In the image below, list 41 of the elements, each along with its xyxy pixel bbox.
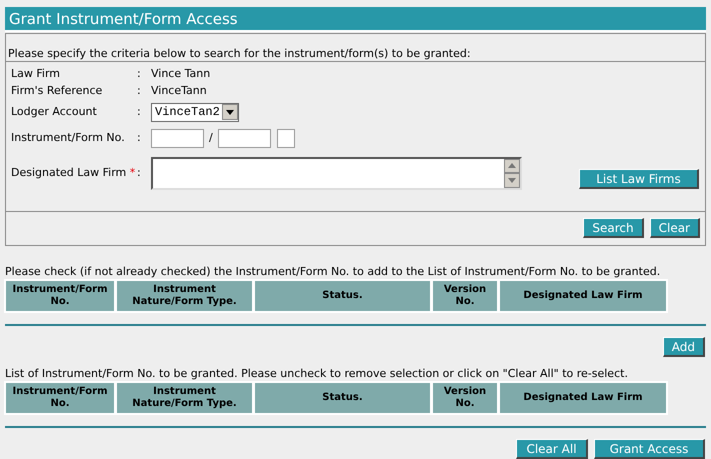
- column-header: Version No.: [433, 281, 497, 311]
- instrument-no-field[interactable]: [218, 128, 271, 148]
- scrollbar[interactable]: [504, 158, 520, 188]
- colon: :: [137, 66, 142, 82]
- scroll-down-icon[interactable]: [504, 173, 520, 188]
- field-value: Vince Tann: [151, 66, 210, 82]
- column-header: Instrument/Form No.: [6, 281, 114, 311]
- column-header: Version No.: [433, 383, 497, 413]
- scroll-up-icon[interactable]: [504, 158, 520, 173]
- instrument-suffix-field[interactable]: [276, 128, 295, 148]
- column-header: Instrument Nature/Form Type.: [117, 281, 252, 311]
- instruction-text: Please check (if not already checked) the Instrument/Form No. to add to the List of Instrument/Form No. to be granted.: [4, 265, 662, 278]
- action-button[interactable]: Add: [662, 337, 705, 357]
- field-label: Law Firm: [11, 66, 61, 82]
- field-label: Designated Law Firm *: [11, 164, 136, 181]
- colon: :: [137, 83, 142, 100]
- column-header: Instrument/Form No.: [6, 383, 114, 413]
- action-button[interactable]: Grant Access: [594, 439, 705, 459]
- column-header: Instrument Nature/Form Type.: [117, 383, 252, 413]
- search-button[interactable]: Search: [583, 218, 644, 238]
- instruction-text: List of Instrument/Form No. to be granted. Please uncheck to remove selection or click on "Clear All" to re-select.: [4, 367, 629, 380]
- designated-law-firm-field[interactable]: [151, 156, 522, 190]
- intro-text: Please specify the criteria below to search for the instrument/form(s) to be granted:: [7, 47, 472, 61]
- field-value: VinceTann: [151, 83, 207, 100]
- field-label: Lodger Account: [11, 104, 98, 120]
- separator: /: [209, 130, 213, 146]
- list-law-firms-button[interactable]: List Law Firms: [579, 169, 699, 189]
- colon: :: [137, 130, 142, 146]
- clear-button[interactable]: Clear: [650, 218, 700, 238]
- colon: :: [137, 164, 142, 181]
- column-header: Status.: [255, 281, 430, 311]
- field-label: Instrument/Form No.: [11, 130, 126, 146]
- colon: :: [137, 104, 142, 120]
- field-label: Firm's Reference: [11, 83, 104, 100]
- column-header: Designated Law Firm: [500, 281, 666, 311]
- action-button[interactable]: Clear All: [516, 439, 588, 459]
- column-header: Status.: [255, 383, 430, 413]
- window-title: Grant Instrument/Form Access: [5, 7, 706, 32]
- instrument-no-field[interactable]: [151, 128, 204, 148]
- column-header: Designated Law Firm: [500, 383, 666, 413]
- lodger-account-select[interactable]: VinceTan2: [151, 102, 239, 122]
